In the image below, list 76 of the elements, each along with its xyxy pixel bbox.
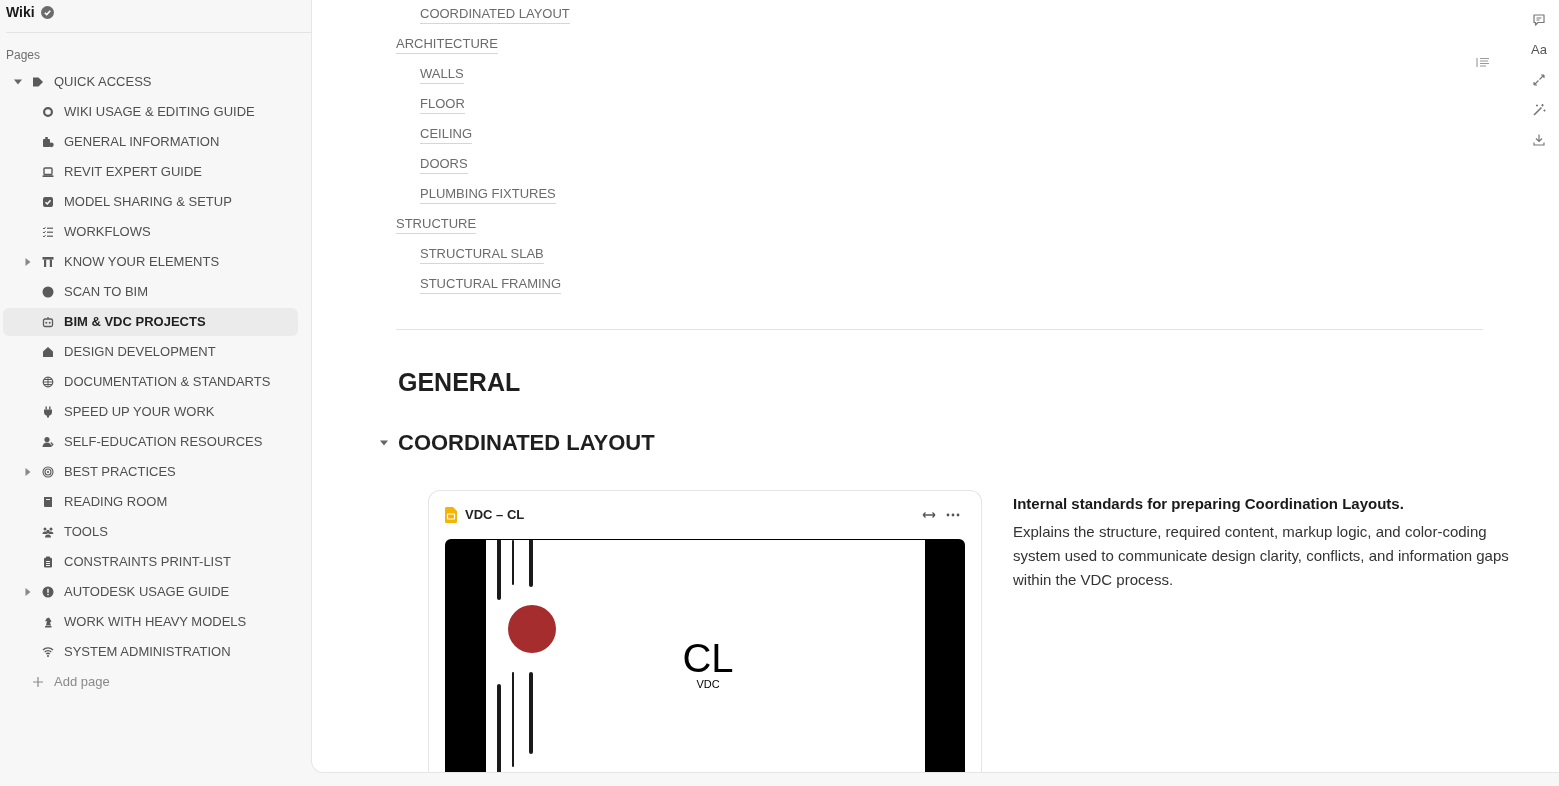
briefcase-icon	[42, 136, 54, 148]
sidebar-item[interactable]: BEST PRACTICES	[3, 458, 298, 486]
sidebar-item[interactable]: WORK WITH HEAVY MODELS	[3, 608, 298, 636]
more-icon[interactable]	[946, 513, 960, 517]
slide-title: CL	[682, 637, 734, 678]
sidebar-item[interactable]: KNOW YOUR ELEMENTS	[3, 248, 298, 276]
embed-title: VDC – CL	[465, 506, 525, 525]
checklist-icon	[42, 226, 54, 238]
slide-subtitle: VDC	[696, 677, 720, 690]
outline-link[interactable]: STRUCTURE	[396, 214, 477, 234]
font-button[interactable]: Aa	[1531, 40, 1547, 60]
house-icon	[42, 346, 54, 358]
sidebar-item[interactable]: TOOLS	[3, 518, 298, 546]
sidebar-item[interactable]: WIKI USAGE & EDITING GUIDE	[3, 98, 298, 126]
presentation-file-icon	[445, 507, 457, 523]
caret-right-icon[interactable]	[25, 258, 31, 266]
sidebar-item[interactable]: DESIGN DEVELOPMENT	[3, 338, 298, 366]
sidebar-item[interactable]: SELF-EDUCATION RESOURCES	[3, 428, 298, 456]
check-square-icon	[42, 196, 54, 208]
plus-icon	[33, 677, 43, 687]
sidebar-item[interactable]: SPEED UP YOUR WORK	[3, 398, 298, 426]
caret-right-icon[interactable]	[25, 588, 31, 596]
ring-icon	[42, 106, 54, 118]
tag-icon	[32, 76, 44, 88]
sidebar-item[interactable]: QUICK ACCESS	[3, 68, 298, 96]
sidebar-item[interactable]: WORKFLOWS	[3, 218, 298, 246]
download-icon[interactable]	[1532, 133, 1546, 147]
laptop-icon	[42, 166, 54, 178]
outline-link[interactable]: WALLS	[420, 64, 464, 84]
magic-wand-icon[interactable]	[1532, 103, 1546, 117]
section-label: Pages	[6, 47, 41, 63]
sidebar-item[interactable]: READING ROOM	[3, 488, 298, 516]
wiki-title: Wiki	[6, 2, 35, 22]
description-text: Explains the structure, required content, markup logic, and color-coding system used to communicate design clarity, conflicts, and information gaps within the VDC process.	[1013, 522, 1510, 590]
horizontal-arrows-icon[interactable]	[922, 510, 936, 520]
outline-link[interactable]: CEILING	[420, 124, 472, 144]
circle-icon	[42, 286, 54, 298]
caret-down-icon[interactable]	[14, 79, 22, 85]
book-icon	[42, 496, 54, 508]
wifi-icon	[42, 646, 54, 658]
section-heading: COORDINATED LAYOUT	[398, 429, 655, 457]
outline-link[interactable]: ARCHITECTURE	[396, 34, 498, 54]
outline-link[interactable]: DOORS	[420, 154, 468, 174]
description-title: Internal standards for preparing Coordination Layouts.	[1013, 494, 1405, 514]
people-icon	[42, 526, 54, 538]
slide-preview[interactable]: CL VDC	[445, 539, 965, 772]
sidebar-item[interactable]: AUTODESK USAGE GUIDE	[3, 578, 298, 606]
sidebar-item[interactable]: GENERAL INFORMATION	[3, 128, 298, 156]
target-icon	[42, 466, 54, 478]
page-heading: GENERAL	[398, 367, 521, 398]
comment-icon[interactable]	[1532, 13, 1546, 27]
person-icon	[42, 436, 54, 448]
sidebar-item[interactable]: DOCUMENTATION & STANDARTS	[3, 368, 298, 396]
sidebar-item[interactable]: BIM & VDC PROJECTS	[3, 308, 298, 336]
clipboard-icon	[42, 556, 54, 568]
list-icon[interactable]	[1476, 57, 1490, 68]
caret-down-icon[interactable]	[380, 440, 388, 446]
verified-badge-icon	[40, 5, 54, 19]
outline-link[interactable]: PLUMBING FIXTURES	[420, 184, 556, 204]
caret-right-icon[interactable]	[25, 468, 31, 476]
outline-link[interactable]: COORDINATED LAYOUT	[420, 4, 570, 24]
sidebar-item[interactable]: SYSTEM ADMINISTRATION	[3, 638, 298, 666]
globe-icon	[42, 376, 54, 388]
diagonal-arrows-icon[interactable]	[1532, 73, 1546, 87]
plug-icon	[42, 406, 54, 418]
gate-icon	[42, 256, 54, 268]
robot-icon	[42, 316, 54, 328]
outline-link[interactable]: STRUCTURAL SLAB	[420, 244, 544, 264]
alert-icon	[42, 586, 54, 598]
outline-link[interactable]: FLOOR	[420, 94, 465, 114]
sidebar-item[interactable]: SCAN TO BIM	[3, 278, 298, 306]
sidebar-item[interactable]: REVIT EXPERT GUIDE	[3, 158, 298, 186]
sidebar-item[interactable]: CONSTRAINTS PRINT-LIST	[3, 548, 298, 576]
outline-link[interactable]: STUCTURAL FRAMING	[420, 274, 562, 294]
chess-knight-icon	[42, 616, 54, 628]
sidebar-item[interactable]: MODEL SHARING & SETUP	[3, 188, 298, 216]
